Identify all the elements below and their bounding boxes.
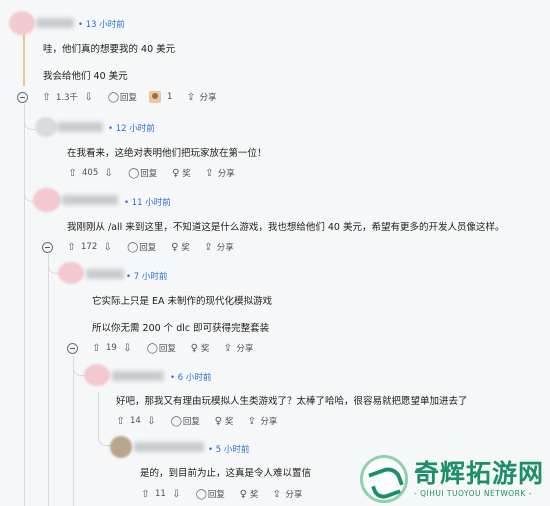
comment-actions: ⇧ 11 ⇩ ◯ 回复 ♀ 奖 ⇪ 分享 — [139, 486, 314, 502]
share-arrow-icon: ⇪ — [205, 167, 214, 179]
username[interactable] — [62, 195, 118, 205]
award-icon: ♀ — [171, 241, 179, 253]
username[interactable] — [112, 371, 164, 381]
share-button[interactable]: ⇪ 分享 — [203, 167, 235, 180]
comment-actions: ⇧ 14 ⇩ ◯ 回复 ♀ 奖 ⇪ 分享 — [114, 413, 289, 429]
comment-text: 我刚刚从 /all 来到这里，不知道这是什么游戏，我也想给他们 40 美元，希望… — [67, 222, 505, 233]
collapse-minus-icon[interactable] — [17, 91, 28, 103]
award-button[interactable]: ♀ 奖 — [168, 241, 190, 254]
share-button[interactable]: ⇪ 分享 — [221, 342, 254, 355]
speech-bubble-icon: ◯ — [195, 488, 207, 500]
award-button[interactable]: ♀ 奖 — [169, 167, 191, 180]
avatar[interactable] — [84, 364, 110, 386]
comment-actions: ⇧ 172 ⇩ ◯ 回复 ♀ 奖 ⇪ 分享 — [42, 239, 246, 255]
collapse-minus-icon[interactable] — [67, 342, 78, 354]
thread-line — [48, 254, 49, 506]
share-button[interactable]: ⇪ 分享 — [202, 241, 234, 254]
speech-bubble-icon: ◯ — [170, 415, 182, 427]
award-button[interactable]: ♀ 奖 — [212, 415, 234, 428]
reply-button[interactable]: ◯ 回复 — [146, 342, 176, 355]
share-arrow-icon: ⇪ — [186, 91, 196, 103]
share-arrow-icon: ⇪ — [247, 415, 257, 427]
avatar[interactable] — [110, 436, 132, 458]
vote-count: 172 — [81, 242, 98, 252]
username[interactable] — [134, 442, 204, 452]
comment-text: 所以你无需 200 个 dlc 即可获得完整套装 — [92, 323, 270, 334]
comment-timestamp[interactable]: • 7 小时前 — [126, 270, 167, 282]
award-button[interactable]: ♀ 奖 — [237, 488, 259, 501]
reply-button[interactable]: ◯ 回复 — [126, 241, 156, 254]
arrow-down-icon[interactable]: ⇩ — [170, 489, 183, 500]
comment-text: 在我看来，这绝对表明他们把玩家放在第一位！ — [67, 148, 267, 159]
vote-count: 1.3千 — [56, 93, 79, 103]
thread-line — [73, 356, 74, 506]
speech-bubble-icon: ◯ — [127, 241, 139, 253]
award-icon: ♀ — [239, 488, 247, 500]
award-icon: ♀ — [214, 415, 222, 427]
reply-button[interactable]: ◯ 回复 — [107, 91, 137, 104]
arrow-up-icon[interactable]: ⇧ — [139, 489, 152, 500]
watermark-title: 奇辉拓游网 — [413, 459, 544, 488]
vote-count: 14 — [130, 416, 141, 426]
arrow-up-icon[interactable]: ⇧ — [90, 343, 103, 354]
reply-button[interactable]: ◯ 回复 — [170, 415, 200, 428]
reply-button[interactable]: ◯ 回复 — [195, 488, 225, 501]
award-icon: ♀ — [190, 342, 198, 354]
arrow-up-icon[interactable]: ⇧ — [65, 242, 78, 253]
arrow-up-icon[interactable]: ⇧ — [40, 92, 53, 103]
vote-count: 11 — [155, 489, 166, 499]
comment-timestamp[interactable]: • 12 小时前 — [108, 122, 155, 134]
watermark-subtitle: - QIHUI TUOYOU NETWORK - — [413, 489, 532, 498]
comment-text: 是的，到目前为止，这真是令人难以置信 — [140, 468, 312, 479]
username[interactable] — [57, 122, 103, 132]
avatar[interactable] — [35, 117, 57, 137]
avatar[interactable] — [9, 11, 35, 35]
award-button[interactable]: 1 — [149, 91, 172, 103]
arrow-down-icon[interactable]: ⇩ — [145, 416, 158, 427]
arrow-down-icon[interactable]: ⇩ — [121, 343, 134, 354]
comment-timestamp[interactable]: • 13 小时前 — [78, 18, 125, 30]
comment-text: 它实际上只是 EA 未制作的现代化模拟游戏 — [92, 296, 273, 307]
collapse-minus-icon[interactable] — [42, 241, 53, 253]
share-arrow-icon: ⇪ — [204, 241, 213, 253]
arrow-down-icon[interactable]: ⇩ — [102, 168, 115, 179]
arrow-up-icon[interactable]: ⇧ — [66, 168, 79, 179]
share-arrow-icon: ⇪ — [272, 488, 282, 500]
reply-button[interactable]: ◯ 回复 — [127, 167, 157, 180]
comment-timestamp[interactable]: • 6 小时前 — [170, 371, 211, 383]
speech-bubble-icon: ◯ — [107, 91, 120, 103]
share-button[interactable]: ⇪ 分享 — [270, 488, 303, 501]
thread-line — [24, 104, 25, 506]
award-icon: ♀ — [172, 167, 180, 179]
arrow-up-icon[interactable]: ⇧ — [114, 416, 127, 427]
watermark-logo-icon — [359, 455, 408, 503]
username[interactable] — [86, 269, 124, 279]
share-button[interactable]: ⇪ 分享 — [184, 91, 217, 104]
thread-line — [98, 392, 99, 432]
comment-actions: ⇧ 19 ⇩ ◯ 回复 ♀ 奖 ⇪ 分享 — [67, 340, 265, 356]
vote-count: 405 — [82, 168, 99, 178]
username[interactable] — [36, 18, 74, 28]
vote-count: 19 — [106, 343, 117, 353]
speech-bubble-icon: ◯ — [128, 167, 140, 179]
arrow-down-icon[interactable]: ⇩ — [101, 242, 114, 253]
speech-bubble-icon: ◯ — [146, 342, 158, 354]
watermark: 奇辉拓游网 - QIHUI TUOYOU NETWORK - — [359, 455, 544, 503]
comment-text: 哇，他们真的想要我的 40 美元 — [43, 44, 176, 55]
comment-actions: ⇧ 1.3千 ⇩ ◯ 回复 1 ⇪ 分享 — [17, 89, 228, 105]
avatar[interactable] — [33, 188, 61, 212]
thread-line — [23, 34, 25, 86]
award-icon — [149, 91, 162, 103]
share-arrow-icon: ⇪ — [223, 342, 233, 354]
share-button[interactable]: ⇪ 分享 — [245, 415, 278, 428]
award-button[interactable]: ♀ 奖 — [188, 342, 210, 355]
arrow-down-icon[interactable]: ⇩ — [82, 92, 95, 103]
comment-timestamp[interactable]: • 11 小时前 — [124, 196, 171, 208]
avatar[interactable] — [58, 262, 84, 284]
comment-actions: ⇧ 405 ⇩ ◯ 回复 ♀ 奖 ⇪ 分享 — [66, 165, 247, 181]
comment-text: 好吧，那我又有理由玩模拟人生类游戏了？太棒了哈哈，很容易就把愿望单加进去了 — [116, 396, 468, 407]
comment-text: 我会给他们 40 美元 — [43, 71, 128, 82]
comment-timestamp[interactable]: • 5 小时前 — [208, 443, 249, 455]
